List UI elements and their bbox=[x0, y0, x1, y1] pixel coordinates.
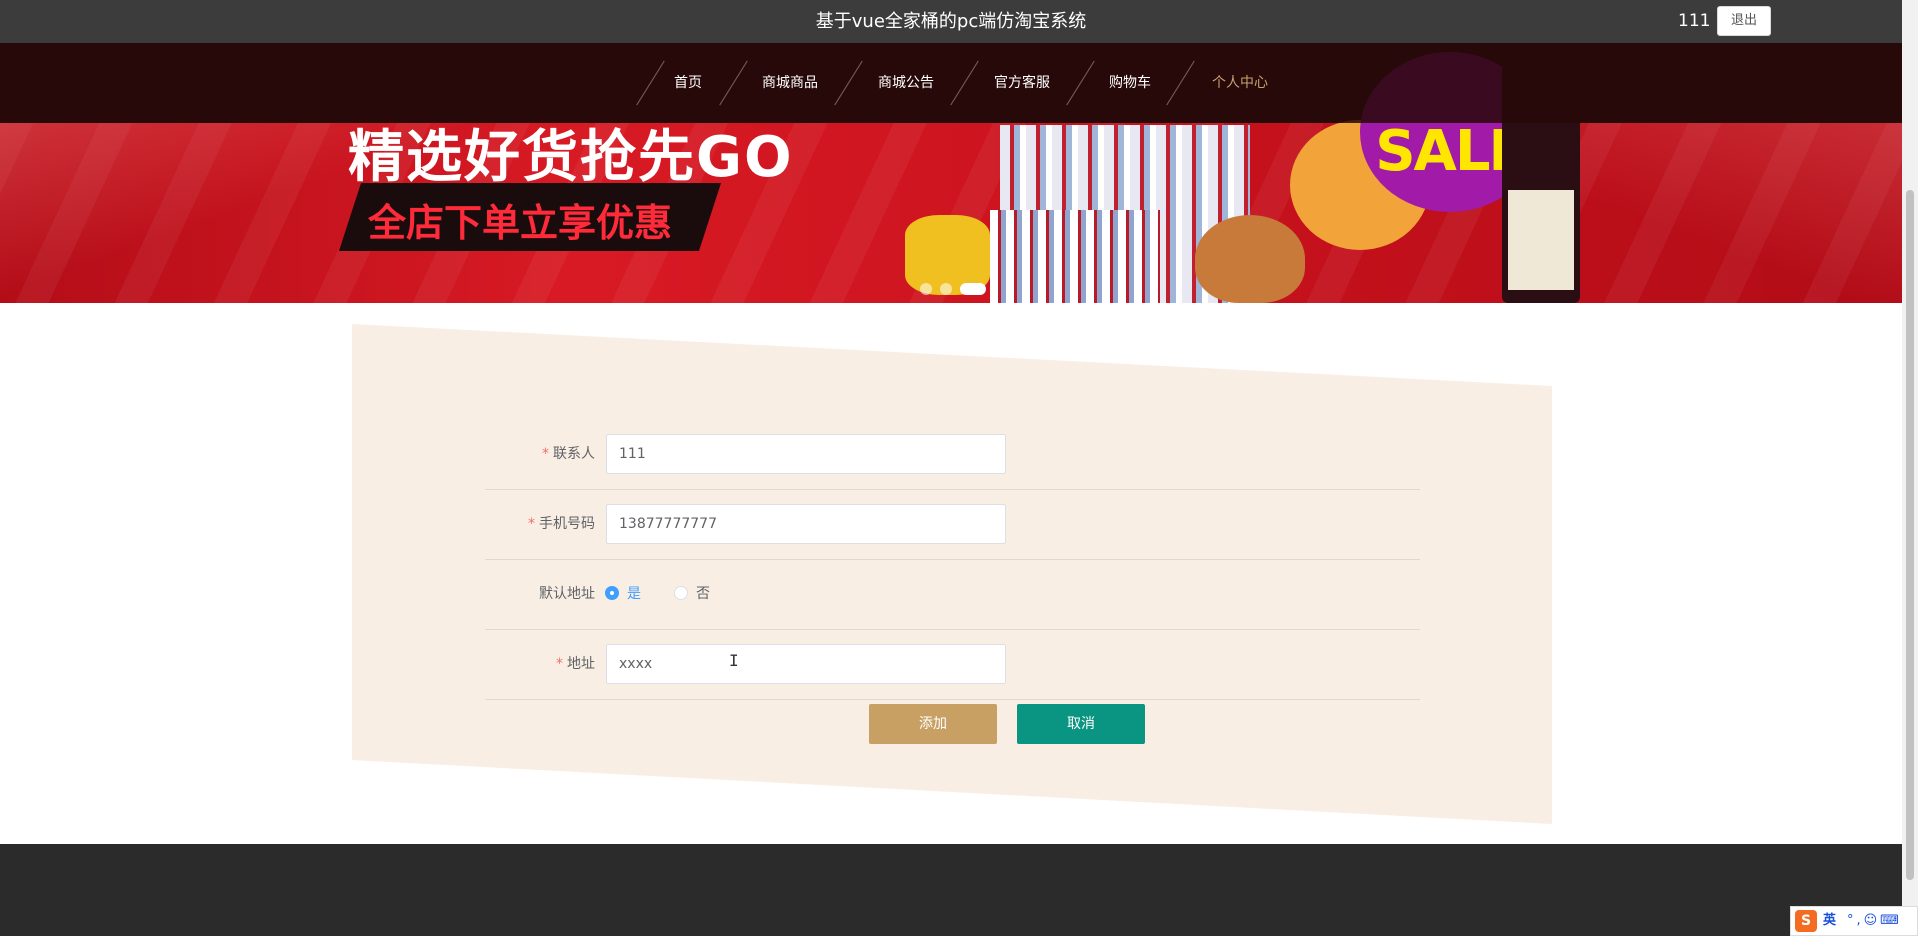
carousel-dot-2[interactable] bbox=[940, 282, 952, 295]
nav-item-personal-center[interactable]: 个人中心 bbox=[1212, 43, 1268, 123]
nav-divider bbox=[1166, 60, 1195, 106]
radio-default-no[interactable]: 否 bbox=[674, 559, 710, 629]
form-row-contact: * 联系人 bbox=[485, 419, 1420, 490]
form-row-address: * 地址 bbox=[485, 629, 1420, 700]
banner-headline: 精选好货抢先GO bbox=[348, 125, 794, 190]
ime-toolbar[interactable]: S 英 °,☺⌨ bbox=[1790, 906, 1918, 936]
ime-language-toggle[interactable]: 英 bbox=[1823, 907, 1836, 935]
address-input[interactable] bbox=[606, 644, 1006, 684]
default-address-label: 默认地址 bbox=[539, 586, 595, 602]
ime-tools-icons[interactable]: °,☺⌨ bbox=[1847, 907, 1902, 935]
username: 111 bbox=[1678, 11, 1711, 31]
radio-default-yes[interactable]: 是 bbox=[605, 559, 641, 629]
nav-divider bbox=[1066, 60, 1095, 106]
nav-divider bbox=[636, 60, 665, 106]
phone-label: * 手机号码 bbox=[528, 516, 595, 532]
nav-item-cart[interactable]: 购物车 bbox=[1109, 43, 1151, 123]
logout-button[interactable]: 退出 bbox=[1717, 6, 1771, 36]
carousel-dot-3[interactable] bbox=[960, 282, 986, 295]
nav-divider bbox=[834, 60, 863, 106]
radio-unchecked-icon[interactable] bbox=[674, 586, 688, 600]
contact-input[interactable] bbox=[606, 434, 1006, 474]
text-cursor-icon: I bbox=[729, 651, 739, 670]
nav-item-products[interactable]: 商城商品 bbox=[762, 43, 818, 123]
form-row-default-address: 默认地址 是 否 bbox=[485, 559, 1420, 630]
cancel-button[interactable]: 取消 bbox=[1017, 704, 1145, 744]
form-row-phone: * 手机号码 bbox=[485, 489, 1420, 560]
carousel-dot-1[interactable] bbox=[920, 282, 932, 295]
contact-label: * 联系人 bbox=[542, 446, 595, 462]
main-nav: 首页 商城商品 商城公告 官方客服 购物车 个人中心 bbox=[0, 43, 1902, 123]
page-scrollbar[interactable] bbox=[1902, 0, 1918, 936]
radio-checked-icon[interactable] bbox=[605, 586, 619, 600]
site-title: 基于vue全家桶的pc端仿淘宝系统 bbox=[815, 11, 1087, 32]
nav-item-home[interactable]: 首页 bbox=[674, 43, 702, 123]
page-footer bbox=[0, 844, 1902, 936]
top-bar: 基于vue全家桶的pc端仿淘宝系统 111 退出 bbox=[0, 0, 1902, 43]
gift-box-image-2 bbox=[990, 210, 1160, 303]
phone-input[interactable] bbox=[606, 504, 1006, 544]
nav-item-announcements[interactable]: 商城公告 bbox=[878, 43, 934, 123]
address-label: * 地址 bbox=[556, 656, 595, 672]
nav-divider bbox=[950, 60, 979, 106]
nav-item-customer-service[interactable]: 官方客服 bbox=[994, 43, 1050, 123]
nav-divider bbox=[719, 60, 748, 106]
scrollbar-thumb[interactable] bbox=[1906, 190, 1914, 880]
add-button[interactable]: 添加 bbox=[869, 704, 997, 744]
basket-image bbox=[1195, 215, 1305, 303]
wine-label bbox=[1508, 190, 1574, 290]
banner-subline: 全店下单立享优惠 bbox=[368, 201, 673, 245]
sogou-logo-icon[interactable]: S bbox=[1795, 910, 1817, 932]
carousel-indicators bbox=[920, 278, 994, 295]
